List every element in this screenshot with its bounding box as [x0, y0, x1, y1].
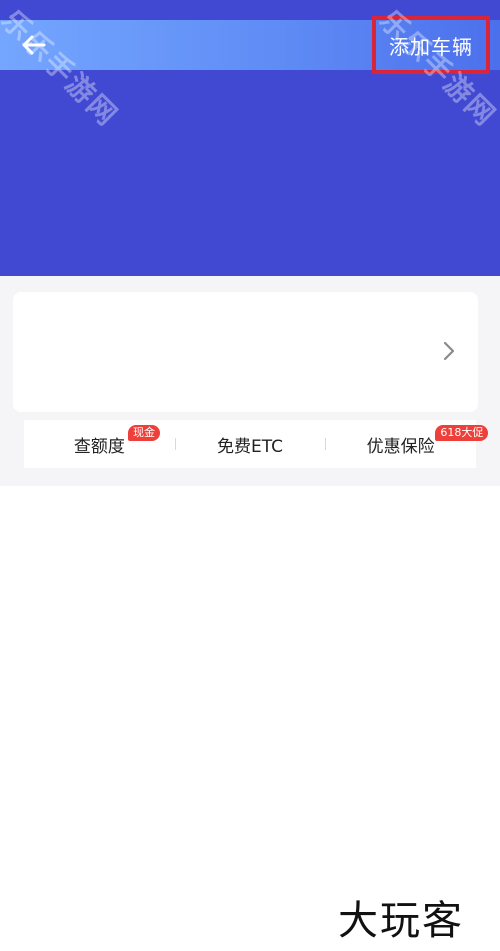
chevron-right-icon: [443, 341, 455, 361]
service-label: 免费ETC: [217, 436, 283, 457]
badge-promo: 618大促: [435, 425, 489, 441]
service-label: 查额度: [73, 436, 125, 457]
service-check-credit[interactable]: 查额度 现金: [24, 420, 175, 468]
service-free-etc[interactable]: 免费ETC: [174, 420, 326, 468]
service-label: 优惠保险: [366, 436, 435, 457]
brand-watermark: 大玩客: [338, 898, 464, 944]
vehicle-card[interactable]: [13, 292, 478, 412]
service-shortcuts: 查额度 现金 免费ETC 优惠保险 618大促: [24, 420, 489, 468]
page: 添加车辆 乐乐手游网 乐乐手游网 查额度 现金 免费ETC 优惠保险 618大促…: [0, 0, 500, 951]
badge-cash: 现金: [128, 425, 160, 441]
service-insurance[interactable]: 优惠保险 618大促: [325, 420, 489, 468]
